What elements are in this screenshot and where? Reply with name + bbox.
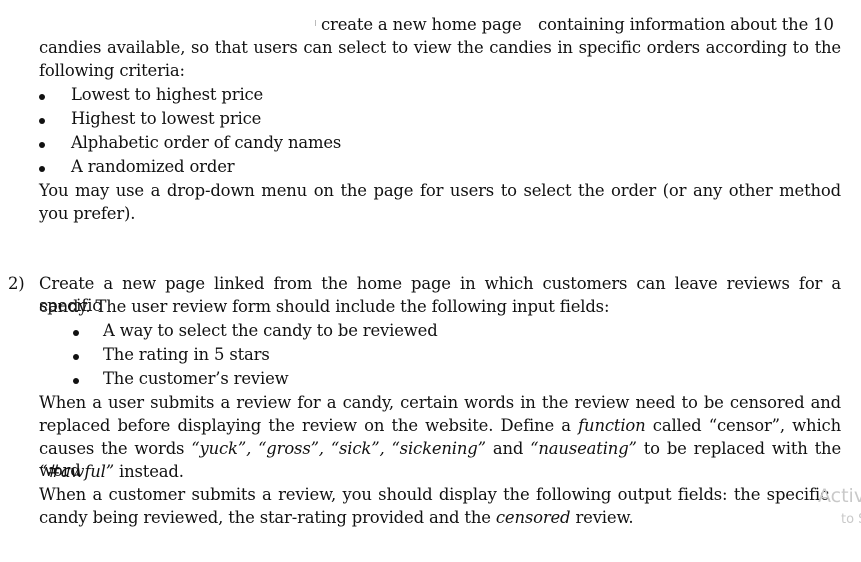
bullet-icon [39,118,45,124]
section1-intro-line2: candies available, so that users can sel… [39,38,841,57]
document-page: create a new home page containing inform… [0,0,861,562]
censor-line3-text: and [485,439,531,458]
function-keyword: function [578,416,646,435]
section1-intro-line1-right: containing information about the 10 [538,15,834,34]
output-line2: candy being reviewed, the star-rating pr… [39,507,634,529]
censor-line3-text: causes the words [39,439,192,458]
bullet-icon [39,166,45,172]
section1-intro-line1-left: create a new home page [321,15,522,34]
section1-note-line2: you prefer). [39,204,136,223]
form-field-item-label: A way to select the candy to be reviewed [103,321,438,340]
section2-number: 2) [8,274,25,293]
criteria-item-label: A randomized order [71,157,235,176]
output-line1: When a customer submits a review, you sh… [39,485,829,504]
cursor-mark [315,20,316,26]
section1-note-line1: You may use a drop-down menu on the page… [39,181,841,200]
form-field-item-label: The rating in 5 stars [103,345,270,364]
bullet-icon [73,330,79,336]
criteria-item-label: Lowest to highest price [71,85,264,104]
censored-keyword: censored [495,508,571,527]
censored-words: “yuck”, “gross”, “sick”, “sickening” [191,439,486,458]
censor-line2-text: replaced before displaying the review on… [39,416,579,435]
bullet-icon [73,378,79,384]
activation-watermark-line2: to S [841,512,861,527]
activation-watermark-line1: Activ [818,485,861,507]
bullet-icon [39,142,45,148]
section1-intro-line3: following criteria: [39,61,185,80]
replacement-word: “#awful” [39,462,114,481]
output-line2-text: candy being reviewed, the star-rating pr… [39,508,496,527]
censor-line4-text: instead. [113,462,184,481]
censor-line1: When a user submits a review for a candy… [39,393,841,412]
censor-line4: “#awful” instead. [39,461,184,483]
form-field-item-label: The customer’s review [103,369,289,388]
censor-line2-text: called “censor”, which [645,416,841,435]
criteria-item-label: Alphabetic order of candy names [71,133,342,152]
section2-intro-line2: candy. The user review form should inclu… [39,297,610,316]
output-line2-text: review. [570,508,634,527]
criteria-item-label: Highest to lowest price [71,109,262,128]
bullet-icon [73,354,79,360]
censor-line2: replaced before displaying the review on… [39,415,841,437]
censored-word-last: “nauseating” [530,439,637,458]
bullet-icon [39,94,45,100]
